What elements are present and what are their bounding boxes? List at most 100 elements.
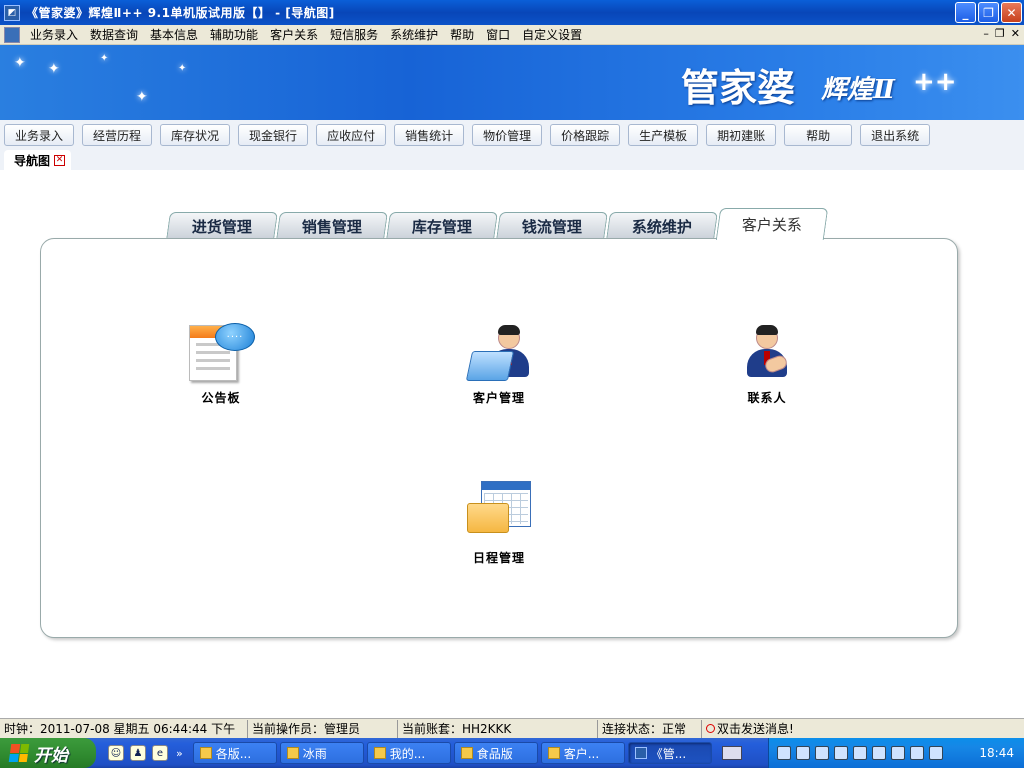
status-account: 当前账套：HH2KKK xyxy=(398,719,598,738)
brand-logo: 管家婆 辉煌Ⅱ ++ xyxy=(681,65,957,110)
tray-app-icon[interactable] xyxy=(777,746,791,760)
toolbar-cash-bank-button[interactable]: 现金银行 xyxy=(238,124,309,146)
network-icon[interactable] xyxy=(815,746,829,760)
tab-inventory-management[interactable]: 库存管理 xyxy=(386,212,498,240)
menu-item-custom-settings[interactable]: 自定义设置 xyxy=(516,25,588,45)
nav-tabstrip: 进货管理 销售管理 库存管理 钱流管理 系统维护 客户关系 xyxy=(166,208,829,240)
menu-item-aux-functions[interactable]: 辅助功能 xyxy=(204,25,264,45)
system-tray: 18:44 xyxy=(768,738,1024,768)
tray-app-icon[interactable] xyxy=(929,746,943,760)
doc-tab-navigation[interactable]: 导航图 ✕ xyxy=(4,150,72,170)
toolbar-inventory-status-button[interactable]: 库存状况 xyxy=(160,124,231,146)
toolbar-opening-setup-button[interactable]: 期初建账 xyxy=(706,124,777,146)
brand-banner: ✦ ✦ ✦ ✦ ✦ 管家婆 辉煌Ⅱ ++ xyxy=(0,45,1024,120)
contact-person-icon xyxy=(731,319,803,383)
tile-schedule-management[interactable]: 日程管理 xyxy=(439,479,559,566)
tab-sales-management[interactable]: 销售管理 xyxy=(276,212,388,240)
windows-taskbar: 开始 ☺ ♟ e » 各版... 冰雨 我的... 食品版 客户... 《管..… xyxy=(0,738,1024,768)
mdi-restore-button[interactable]: ❐ xyxy=(995,27,1005,40)
image-icon xyxy=(547,747,560,759)
tile-label: 联系人 xyxy=(747,391,787,405)
task-button-active[interactable]: 《管... xyxy=(627,742,712,764)
toolbar-business-entry-button[interactable]: 业务录入 xyxy=(4,124,75,146)
qq-tray-icon[interactable] xyxy=(796,746,810,760)
folder-icon xyxy=(199,747,212,759)
navigation-workspace: 进货管理 销售管理 库存管理 钱流管理 系统维护 客户关系 ···· 公告板 客… xyxy=(0,170,1024,718)
volume-icon[interactable] xyxy=(872,746,886,760)
bulletin-board-icon: ···· xyxy=(185,319,257,383)
star-icon: ✦ xyxy=(14,55,26,71)
toolbar-production-template-button[interactable]: 生产模板 xyxy=(628,124,699,146)
quick-toolbar: 业务录入 经营历程 库存状况 现金银行 应收应付 销售统计 物价管理 价格跟踪 … xyxy=(0,120,1024,150)
schedule-calendar-icon xyxy=(463,479,535,543)
customer-management-icon xyxy=(463,319,535,383)
task-button[interactable]: 食品版 xyxy=(453,742,538,764)
computer-icon xyxy=(373,747,386,759)
task-button[interactable]: 冰雨 xyxy=(279,742,364,764)
tab-purchase-management[interactable]: 进货管理 xyxy=(166,212,278,240)
toolbar-operations-history-button[interactable]: 经营历程 xyxy=(82,124,153,146)
menu-item-data-query[interactable]: 数据查询 xyxy=(84,25,144,45)
start-button[interactable]: 开始 xyxy=(0,738,96,768)
internet-explorer-icon[interactable]: e xyxy=(152,745,168,761)
toolbar-price-tracking-button[interactable]: 价格跟踪 xyxy=(550,124,621,146)
tab-cashflow-management[interactable]: 钱流管理 xyxy=(496,212,608,240)
tile-label: 客户管理 xyxy=(472,391,525,405)
user-icon[interactable]: ♟ xyxy=(130,745,146,761)
mdi-child-icon[interactable] xyxy=(4,26,20,43)
menu-item-business-entry[interactable]: 业务录入 xyxy=(24,25,84,45)
tile-customer-management[interactable]: 客户管理 xyxy=(439,319,559,406)
toolbar-price-management-button[interactable]: 物价管理 xyxy=(472,124,543,146)
minimize-button[interactable]: _ xyxy=(955,2,976,23)
menu-item-system-maintenance[interactable]: 系统维护 xyxy=(384,25,444,45)
status-message[interactable]: 双击发送消息! xyxy=(702,720,798,738)
network-icon[interactable] xyxy=(834,746,848,760)
status-bar: 时钟：2011-07-08 星期五 06:44:44 下午 当前操作员：管理员 … xyxy=(0,718,1024,738)
menu-item-customer-relations[interactable]: 客户关系 xyxy=(264,25,324,45)
mdi-close-button[interactable]: ✕ xyxy=(1011,27,1020,40)
window-titlebar[interactable]: ◩ 《管家婆》辉煌Ⅱ++ 9.1单机版试用版【】 - [导航图] _ ❐ ✕ xyxy=(0,0,1024,25)
window-title: 《管家婆》辉煌Ⅱ++ 9.1单机版试用版【】 - [导航图] xyxy=(26,6,335,20)
shield-icon[interactable] xyxy=(910,746,924,760)
doc-tab-label: 导航图 xyxy=(14,153,51,168)
tile-bulletin-board[interactable]: ···· 公告板 xyxy=(161,319,281,406)
monitor-icon[interactable] xyxy=(891,746,905,760)
task-button[interactable]: 我的... xyxy=(366,742,451,764)
quicklaunch-more-icon[interactable]: » xyxy=(176,747,183,760)
toolbar-receivable-payable-button[interactable]: 应收应付 xyxy=(316,124,387,146)
folder-icon xyxy=(460,747,473,759)
status-operator: 当前操作员：管理员 xyxy=(248,719,398,738)
speech-bubble-icon: ···· xyxy=(215,323,255,351)
tab-customer-relations[interactable]: 客户关系 xyxy=(715,208,829,240)
windows-logo-icon xyxy=(8,744,30,762)
security-icon[interactable] xyxy=(853,746,867,760)
menu-item-sms-service[interactable]: 短信服务 xyxy=(324,25,384,45)
menu-bar: 业务录入 数据查询 基本信息 辅助功能 客户关系 短信服务 系统维护 帮助 窗口… xyxy=(0,25,1024,45)
restore-button[interactable]: ❐ xyxy=(978,2,999,23)
app-icon xyxy=(634,747,647,759)
mdi-minimize-button[interactable]: – xyxy=(983,27,989,40)
status-connection: 连接状态：正常 xyxy=(598,719,702,738)
star-icon: ✦ xyxy=(100,53,109,64)
tile-contact-person[interactable]: 联系人 xyxy=(707,319,827,406)
tab-system-maintenance[interactable]: 系统维护 xyxy=(606,212,718,240)
star-icon: ✦ xyxy=(48,61,60,77)
close-tab-icon[interactable]: ✕ xyxy=(54,154,66,166)
menu-item-window[interactable]: 窗口 xyxy=(480,25,516,45)
keyboard-icon[interactable] xyxy=(721,746,742,760)
quick-launch: ☺ ♟ e » xyxy=(108,745,183,761)
task-buttons: 各版... 冰雨 我的... 食品版 客户... 《管... xyxy=(192,742,712,764)
toolbar-exit-button[interactable]: 退出系统 xyxy=(860,124,931,146)
status-clock: 时钟：2011-07-08 星期五 06:44:44 下午 xyxy=(0,719,248,738)
taskbar-clock[interactable]: 18:44 xyxy=(979,746,1014,760)
menu-item-basic-info[interactable]: 基本信息 xyxy=(144,25,204,45)
folder-icon xyxy=(286,747,299,759)
task-button[interactable]: 客户... xyxy=(540,742,625,764)
close-button[interactable]: ✕ xyxy=(1001,2,1022,23)
toolbar-help-button[interactable]: 帮助 xyxy=(784,124,853,146)
star-icon: ✦ xyxy=(178,63,187,74)
toolbar-sales-stats-button[interactable]: 销售统计 xyxy=(394,124,465,146)
qq-icon[interactable]: ☺ xyxy=(108,745,124,761)
menu-item-help[interactable]: 帮助 xyxy=(444,25,480,45)
task-button[interactable]: 各版... xyxy=(192,742,277,764)
